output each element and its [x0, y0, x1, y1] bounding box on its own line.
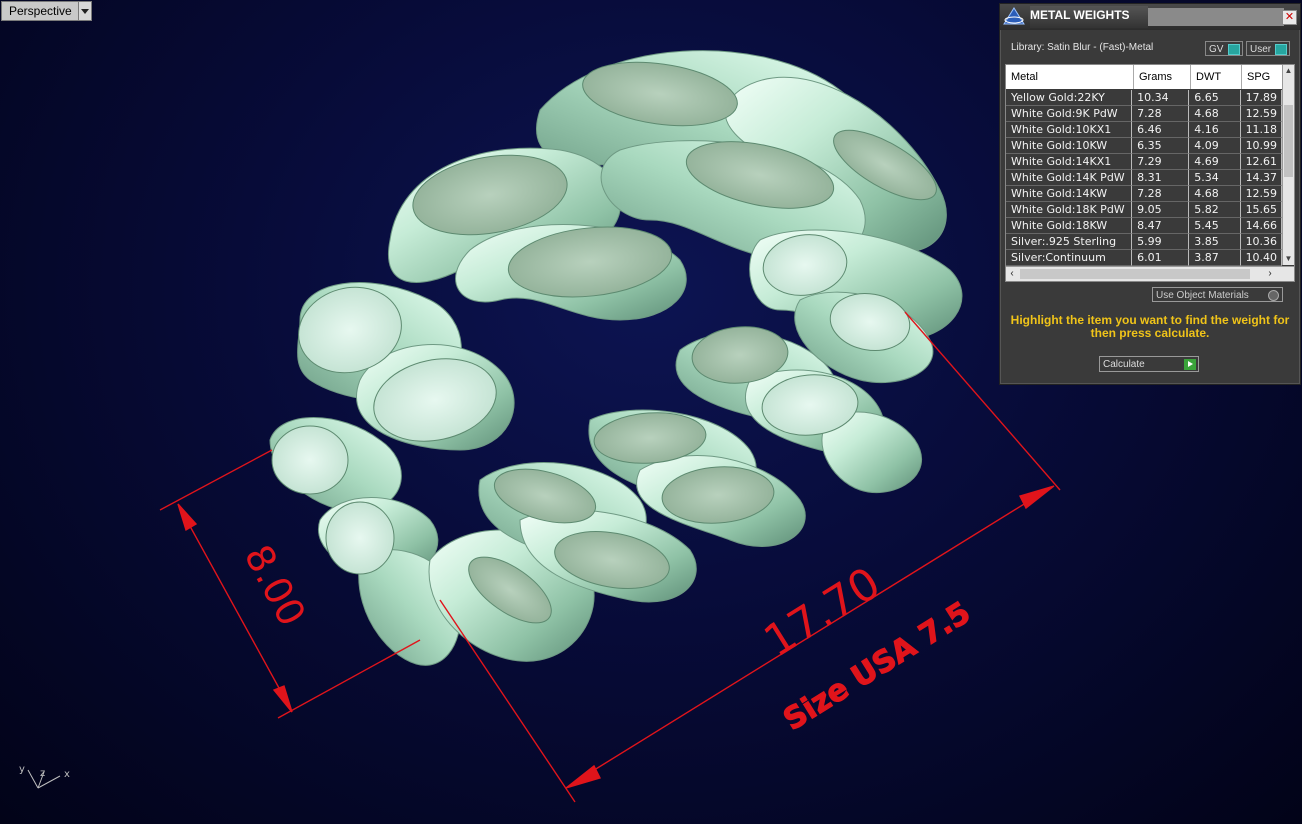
table-body: Yellow Gold:22KY 10.34 6.65 17.89 White Gold…: [1006, 90, 1282, 266]
user-label: User: [1250, 44, 1272, 55]
instruction-text: Highlight the item you want to find the …: [1010, 313, 1290, 340]
vertical-scroll-thumb[interactable]: [1284, 105, 1293, 177]
spg-cell: 14.37: [1240, 170, 1282, 186]
grams-cell: 7.29: [1132, 154, 1190, 170]
grams-cell: 7.28: [1132, 106, 1190, 122]
spg-cell: 10.99: [1240, 138, 1282, 154]
metal-cell: Silver:Continuum: [1006, 250, 1133, 266]
use-object-materials-option[interactable]: Use Object Materials: [1152, 287, 1283, 302]
grams-cell: 7.28: [1132, 186, 1190, 202]
table-row[interactable]: White Gold:18KW 8.47 5.45 14.66: [1006, 218, 1282, 234]
grams-cell: 6.01: [1132, 250, 1190, 266]
spg-cell: 12.61: [1240, 154, 1282, 170]
horizontal-scrollbar[interactable]: ‹ ›: [1006, 266, 1294, 281]
table-row[interactable]: White Gold:9K PdW 7.28 4.68 12.59: [1006, 106, 1282, 122]
metal-cell: White Gold:18K PdW: [1006, 202, 1133, 218]
radio-icon[interactable]: [1268, 290, 1279, 301]
grams-cell: 10.34: [1132, 90, 1190, 106]
table-header: Metal Grams DWT SPG: [1006, 65, 1282, 89]
table-row[interactable]: White Gold:14KX1 7.29 4.69 12.61: [1006, 154, 1282, 170]
axis-x-label: x: [64, 769, 70, 780]
panel-title-strip: [1148, 8, 1284, 26]
viewport-tab[interactable]: Perspective: [1, 1, 92, 21]
gv-label: GV: [1209, 44, 1224, 55]
metal-cell: White Gold:10KX1: [1006, 122, 1133, 138]
spg-cell: 12.59: [1240, 186, 1282, 202]
scroll-left-icon[interactable]: ‹: [1006, 267, 1018, 281]
user-indicator-icon: [1275, 44, 1287, 55]
grams-cell: 8.31: [1132, 170, 1190, 186]
grams-cell: 8.47: [1132, 218, 1190, 234]
column-header-grams[interactable]: Grams: [1134, 65, 1191, 89]
vertical-scrollbar[interactable]: ▲ ▼: [1282, 65, 1294, 265]
dwt-cell: 4.68: [1189, 106, 1241, 122]
column-header-metal[interactable]: Metal: [1006, 65, 1134, 89]
scroll-right-icon[interactable]: ›: [1264, 267, 1276, 281]
calculate-button[interactable]: Calculate: [1099, 356, 1199, 372]
table-row[interactable]: White Gold:14K PdW 8.31 5.34 14.37: [1006, 170, 1282, 186]
spg-cell: 10.40: [1240, 250, 1282, 266]
library-label: Library: Satin Blur - (Fast)-Metal: [1011, 42, 1154, 53]
column-header-dwt[interactable]: DWT: [1191, 65, 1242, 89]
spg-cell: 15.65: [1240, 202, 1282, 218]
spg-cell: 14.66: [1240, 218, 1282, 234]
grams-cell: 5.99: [1132, 234, 1190, 250]
close-icon[interactable]: ✕: [1282, 10, 1297, 25]
play-icon: [1184, 359, 1196, 370]
grams-cell: 6.35: [1132, 138, 1190, 154]
metal-table: Metal Grams DWT SPG Yellow Gold:22KY 10.3…: [1005, 64, 1295, 282]
dwt-cell: 3.85: [1189, 234, 1241, 250]
panel-header[interactable]: METAL WEIGHTS ✕: [1000, 4, 1300, 30]
dwt-cell: 5.45: [1189, 218, 1241, 234]
grams-cell: 9.05: [1132, 202, 1190, 218]
scroll-down-icon[interactable]: ▼: [1283, 253, 1294, 265]
metal-cell: White Gold:9K PdW: [1006, 106, 1133, 122]
dwt-cell: 5.34: [1189, 170, 1241, 186]
scroll-up-icon[interactable]: ▲: [1283, 65, 1294, 77]
metal-cell: Silver:.925 Sterling: [1006, 234, 1133, 250]
table-row[interactable]: Yellow Gold:22KY 10.34 6.65 17.89: [1006, 90, 1282, 106]
table-row[interactable]: White Gold:10KX1 6.46 4.16 11.18: [1006, 122, 1282, 138]
metal-cell: Yellow Gold:22KY: [1006, 90, 1133, 106]
dwt-cell: 4.16: [1189, 122, 1241, 138]
spg-cell: 10.36: [1240, 234, 1282, 250]
viewport-menu-arrow-icon[interactable]: [77, 2, 91, 20]
gv-toggle-button[interactable]: GV: [1205, 41, 1243, 56]
dwt-cell: 6.65: [1189, 90, 1241, 106]
viewport-label: Perspective: [9, 4, 72, 18]
horizontal-scroll-thumb[interactable]: [1020, 269, 1250, 279]
panel-title: METAL WEIGHTS: [1030, 6, 1148, 28]
axis-z-label: z: [40, 768, 45, 779]
spg-cell: 12.59: [1240, 106, 1282, 122]
metal-cell: White Gold:10KW: [1006, 138, 1133, 154]
spg-cell: 17.89: [1240, 90, 1282, 106]
table-row[interactable]: Silver:.925 Sterling 5.99 3.85 10.36: [1006, 234, 1282, 250]
metal-cell: White Gold:18KW: [1006, 218, 1133, 234]
dwt-cell: 3.87: [1189, 250, 1241, 266]
metal-cell: White Gold:14K PdW: [1006, 170, 1133, 186]
axis-y-label: y: [19, 764, 25, 775]
metal-cell: White Gold:14KW: [1006, 186, 1133, 202]
dwt-cell: 4.09: [1189, 138, 1241, 154]
use-object-materials-label: Use Object Materials: [1156, 290, 1249, 301]
table-row[interactable]: Silver:Continuum 6.01 3.87 10.40: [1006, 250, 1282, 266]
metal-weights-panel: METAL WEIGHTS ✕ Library: Satin Blur - (F…: [999, 3, 1301, 385]
column-header-spg[interactable]: SPG: [1242, 65, 1282, 89]
user-toggle-button[interactable]: User: [1246, 41, 1290, 56]
dwt-cell: 5.82: [1189, 202, 1241, 218]
dwt-cell: 4.69: [1189, 154, 1241, 170]
height-dimension-label: 8.00: [236, 538, 315, 633]
app-logo-icon: [1003, 7, 1025, 25]
metal-cell: White Gold:14KX1: [1006, 154, 1133, 170]
table-row[interactable]: White Gold:18K PdW 9.05 5.82 15.65: [1006, 202, 1282, 218]
spg-cell: 11.18: [1240, 122, 1282, 138]
table-row[interactable]: White Gold:10KW 6.35 4.09 10.99: [1006, 138, 1282, 154]
calculate-label: Calculate: [1103, 359, 1145, 370]
gv-indicator-icon: [1228, 44, 1240, 55]
table-row[interactable]: White Gold:14KW 7.28 4.68 12.59: [1006, 186, 1282, 202]
grams-cell: 6.46: [1132, 122, 1190, 138]
dwt-cell: 4.68: [1189, 186, 1241, 202]
